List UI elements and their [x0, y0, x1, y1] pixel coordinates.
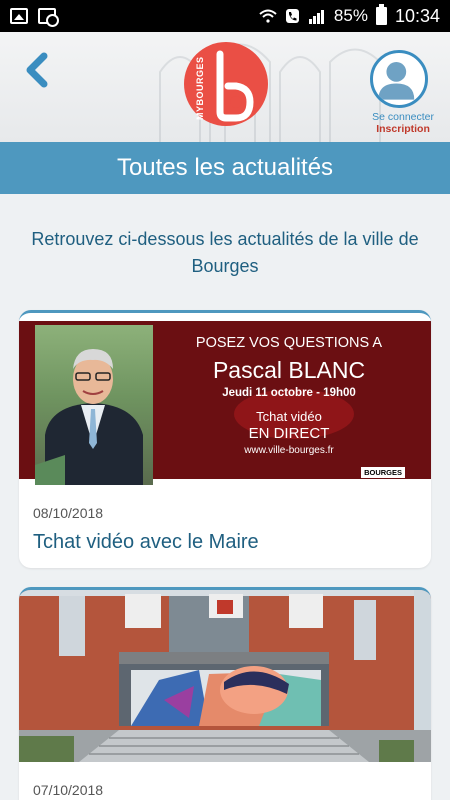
banner-subtitle: Tchat vidéo	[256, 409, 322, 424]
user-avatar-icon[interactable]	[370, 50, 428, 108]
banner-live: EN DIRECT	[248, 425, 330, 442]
signup-label[interactable]: Inscription	[372, 123, 434, 135]
status-bar: 85% 10:34	[0, 0, 450, 32]
login-link[interactable]: Se connecter Inscription	[372, 111, 434, 135]
news-title[interactable]: Tchat vidéo avec le Maire	[33, 531, 259, 554]
logo-text: MYBOURGES	[195, 56, 205, 120]
clock: 10:34	[394, 5, 440, 26]
news-card-image[interactable]: POSEZ VOS QUESTIONS A Pascal BLANC Jeudi…	[19, 313, 431, 485]
banner-name: Pascal BLANC	[212, 357, 366, 383]
building-mural-photo	[19, 590, 431, 762]
phone-call-icon	[285, 9, 299, 23]
calendar-notification-icon	[38, 8, 59, 27]
login-label[interactable]: Se connecter	[372, 111, 434, 123]
battery-icon	[375, 4, 387, 25]
banner-url: www.ville-bourges.fr	[244, 445, 334, 456]
page-title: Toutes les actualités	[0, 142, 450, 194]
back-chevron-icon[interactable]	[22, 50, 52, 90]
signal-icon	[308, 9, 324, 24]
app-header: MYBOURGES Se connecter Inscription	[0, 32, 450, 142]
banner-bourges-badge: BOURGES	[361, 467, 405, 478]
mayor-photo	[35, 325, 153, 485]
banner-heading: POSEZ VOS QUESTIONS A	[195, 335, 383, 351]
news-date: 08/10/2018	[33, 505, 104, 521]
news-card-image[interactable]	[19, 590, 431, 762]
news-card[interactable]: 07/10/2018	[19, 587, 431, 800]
battery-percent: 85%	[333, 6, 368, 25]
intro-text: Retrouvez ci-dessous les actualités de l…	[31, 229, 419, 276]
banner-date: Jeudi 11 octobre - 19h00	[222, 387, 356, 399]
event-banner: POSEZ VOS QUESTIONS A Pascal BLANC Jeudi…	[19, 321, 431, 485]
logo-b-glyph	[216, 50, 254, 122]
gallery-notification-icon	[10, 8, 28, 24]
news-card[interactable]: POSEZ VOS QUESTIONS A Pascal BLANC Jeudi…	[19, 310, 431, 568]
wifi-icon	[259, 9, 277, 23]
news-date: 07/10/2018	[33, 782, 104, 798]
